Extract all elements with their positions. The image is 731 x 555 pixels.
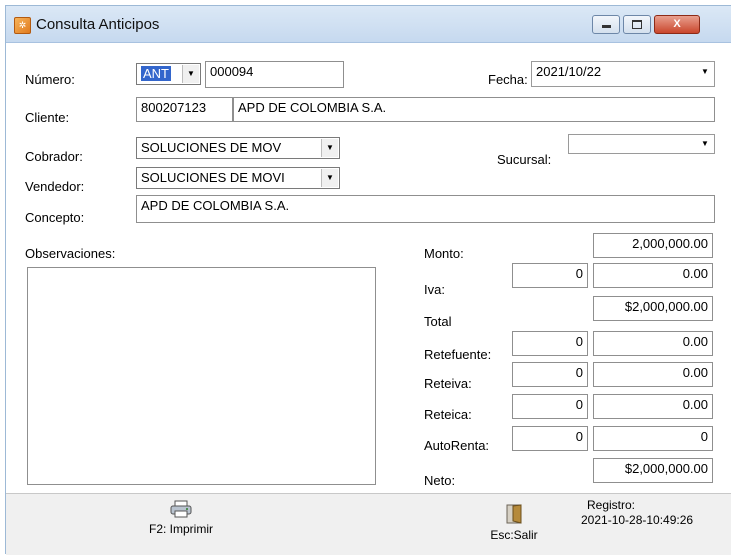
- cobrador-value: SOLUCIONES DE MOV: [141, 140, 282, 155]
- iva-field[interactable]: 0.00: [593, 263, 713, 288]
- consulta-anticipos-window: ✲ Consulta Anticipos X Número: ANT ▼ 000…: [5, 5, 731, 555]
- print-button[interactable]: F2: Imprimir: [136, 500, 226, 536]
- minimize-button[interactable]: [592, 15, 620, 34]
- reteiva-pct-field[interactable]: 0: [512, 362, 588, 387]
- cobrador-label: Cobrador:: [25, 149, 83, 164]
- cliente-code-field[interactable]: 800207123: [136, 97, 233, 122]
- retefuente-field[interactable]: 0.00: [593, 331, 713, 356]
- minimize-icon: [601, 25, 611, 28]
- bottom-toolbar: F2: Imprimir Esc:Salir Registro: 2021-10…: [6, 493, 731, 555]
- concepto-label: Concepto:: [25, 210, 85, 225]
- autorenta-pct-field[interactable]: 0: [512, 426, 588, 451]
- monto-field[interactable]: 2,000,000.00: [593, 233, 713, 258]
- autorenta-label: AutoRenta:: [424, 438, 490, 453]
- fecha-value: 2021/10/22: [536, 64, 602, 79]
- chevron-down-icon[interactable]: ▼: [321, 139, 338, 157]
- close-button[interactable]: X: [654, 15, 700, 34]
- app-icon: ✲: [14, 17, 31, 34]
- retefuente-label: Retefuente:: [424, 347, 492, 362]
- observaciones-label: Observaciones:: [25, 246, 116, 261]
- registro-label: Registro:: [587, 498, 636, 512]
- reteica-pct-field[interactable]: 0: [512, 394, 588, 419]
- autorenta-field[interactable]: 0: [593, 426, 713, 451]
- chevron-down-icon[interactable]: ▼: [182, 65, 199, 83]
- neto-label: Neto:: [424, 473, 456, 488]
- vendedor-value: SOLUCIONES DE MOVI: [141, 170, 285, 185]
- numero-type-select[interactable]: ANT ▼: [136, 63, 201, 85]
- total-field[interactable]: $2,000,000.00: [593, 296, 713, 321]
- reteica-field[interactable]: 0.00: [593, 394, 713, 419]
- vendedor-select[interactable]: SOLUCIONES DE MOVI ▼: [136, 167, 340, 189]
- maximize-icon: [632, 20, 642, 29]
- cliente-name-field[interactable]: APD DE COLOMBIA S.A.: [233, 97, 715, 122]
- iva-pct-field[interactable]: 0: [512, 263, 588, 288]
- registro-value: 2021-10-28-10:49:26: [581, 513, 694, 527]
- observaciones-textarea[interactable]: [27, 267, 376, 485]
- reteiva-label: Reteiva:: [424, 376, 472, 391]
- print-label: F2: Imprimir: [149, 522, 213, 536]
- chevron-down-icon[interactable]: ▼: [697, 63, 713, 81]
- chevron-down-icon[interactable]: ▼: [321, 169, 338, 187]
- numero-label: Número:: [25, 72, 75, 87]
- cobrador-select[interactable]: SOLUCIONES DE MOV ▼: [136, 137, 340, 159]
- vendedor-label: Vendedor:: [25, 179, 85, 194]
- numero-type-value: ANT: [141, 66, 171, 81]
- cliente-label: Cliente:: [25, 110, 70, 125]
- monto-label: Monto:: [424, 246, 464, 261]
- reteica-label: Reteica:: [424, 407, 472, 422]
- exit-label: Esc:Salir: [490, 528, 538, 542]
- reteiva-field[interactable]: 0.00: [593, 362, 713, 387]
- numero-field[interactable]: 000094: [205, 61, 344, 88]
- maximize-button[interactable]: [623, 15, 651, 34]
- sucursal-select[interactable]: ▼: [568, 134, 715, 154]
- fecha-label: Fecha:: [488, 72, 528, 87]
- sucursal-label: Sucursal:: [497, 152, 552, 167]
- exit-button[interactable]: Esc:Salir: [484, 504, 544, 542]
- chevron-down-icon[interactable]: ▼: [697, 136, 713, 152]
- fecha-picker[interactable]: 2021/10/22 ▼: [531, 61, 715, 87]
- concepto-field[interactable]: APD DE COLOMBIA S.A.: [136, 195, 715, 223]
- window-title: Consulta Anticipos: [36, 16, 160, 33]
- door-icon: [506, 504, 522, 524]
- total-label: Total: [424, 314, 452, 329]
- title-bar[interactable]: ✲ Consulta Anticipos X: [6, 6, 731, 43]
- iva-label: Iva:: [424, 282, 445, 297]
- printer-icon: [170, 500, 192, 518]
- retefuente-pct-field[interactable]: 0: [512, 331, 588, 356]
- neto-field[interactable]: $2,000,000.00: [593, 458, 713, 483]
- close-icon: X: [673, 18, 681, 30]
